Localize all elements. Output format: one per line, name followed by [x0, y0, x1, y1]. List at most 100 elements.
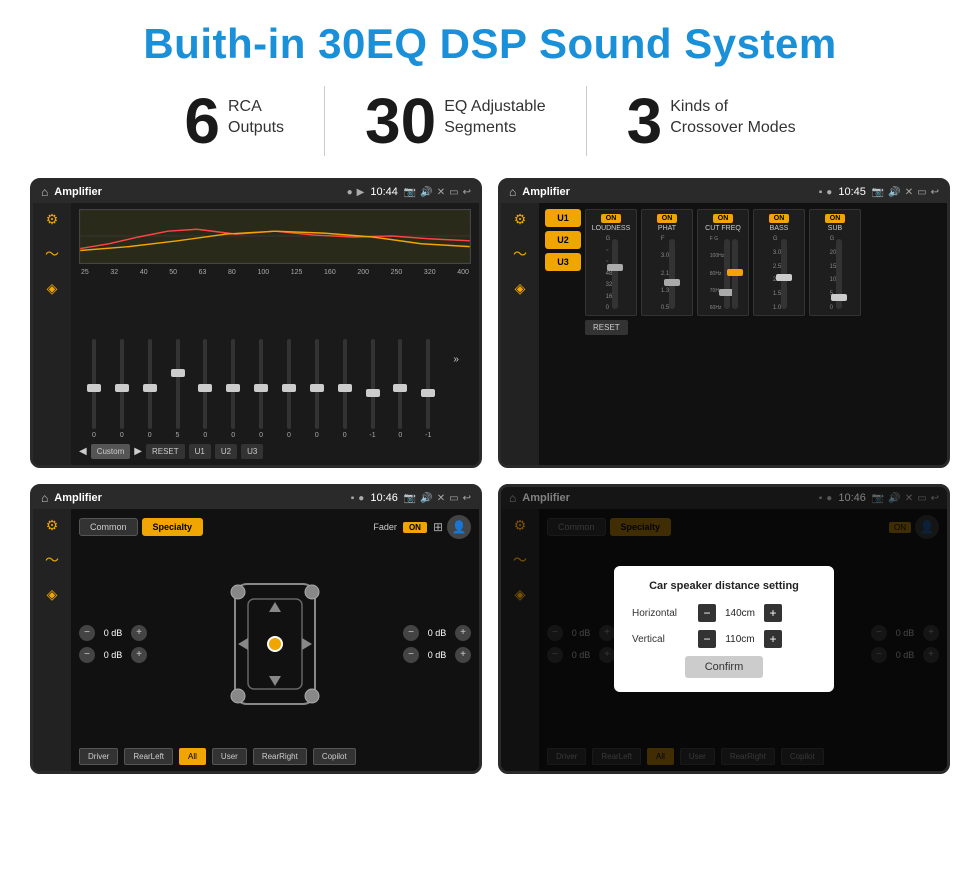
db-row-3: − 0 dB + — [403, 625, 471, 641]
db-minus-3[interactable]: − — [403, 625, 419, 641]
eq-u3-btn[interactable]: U3 — [241, 444, 263, 459]
side-icons-3: ⚙ 〜 ◈ — [33, 509, 71, 771]
horizontal-plus-btn[interactable]: + — [764, 604, 782, 622]
eq-graph — [79, 209, 471, 264]
cutfreq-on-btn[interactable]: ON — [713, 214, 734, 223]
db-row-4: − 0 dB + — [403, 647, 471, 663]
wave-icon-2[interactable]: 〜 — [513, 244, 527, 264]
phat-on-btn[interactable]: ON — [657, 214, 678, 223]
driver-btn[interactable]: Driver — [79, 748, 118, 765]
statusbar-3: ⌂ Amplifier ▪ ● 10:46 📷 🔊 ✕ ▭ ↩ — [33, 487, 479, 509]
preset-u3-btn[interactable]: U3 — [545, 253, 581, 271]
stat-rca: 6 RCAOutputs — [144, 89, 324, 153]
eq-slider-3: 5 — [165, 339, 191, 439]
bass-slider[interactable] — [781, 239, 787, 309]
db-minus-1[interactable]: − — [79, 625, 95, 641]
eq-icon-3[interactable]: ⚙ — [46, 517, 59, 534]
close-icon-2: ✕ — [905, 187, 913, 198]
close-icon-3: ✕ — [437, 493, 445, 504]
fader-main: Common Specialty Fader ON ⊞ 👤 — [71, 509, 479, 771]
db-plus-4[interactable]: + — [455, 647, 471, 663]
bass-on-btn[interactable]: ON — [769, 214, 790, 223]
rearright-btn[interactable]: RearRight — [253, 748, 307, 765]
statusbar-2: ⌂ Amplifier ▪ ● 10:45 📷 🔊 ✕ ▭ ↩ — [501, 181, 947, 203]
sb3-time: 10:46 — [370, 492, 398, 504]
sub-on-btn[interactable]: ON — [825, 214, 846, 223]
eq-sliders: 0 0 0 5 0 0 0 0 0 0 -1 0 -1 » — [79, 280, 471, 439]
fader-on-badge[interactable]: ON — [403, 522, 427, 533]
tab-common[interactable]: Common — [79, 518, 138, 536]
screen-eq: ⌂ Amplifier ● ▶ 10:44 📷 🔊 ✕ ▭ ↩ ⚙ — [30, 178, 482, 468]
eq-slider-11: 0 — [387, 339, 413, 439]
back-icon-2: ↩ — [931, 187, 939, 198]
eq-u2-btn[interactable]: U2 — [215, 444, 237, 459]
loudness-label: LOUDNESS — [592, 225, 631, 232]
eq-icon[interactable]: ⚙ — [46, 211, 59, 228]
loudness-slider[interactable] — [612, 239, 618, 309]
confirm-button[interactable]: Confirm — [685, 656, 764, 678]
sb1-icons: ● ▶ — [347, 187, 365, 198]
home-icon[interactable]: ⌂ — [41, 185, 48, 199]
db-plus-3[interactable]: + — [455, 625, 471, 641]
db-plus-2[interactable]: + — [131, 647, 147, 663]
page-title: Buith-in 30EQ DSP Sound System — [30, 20, 950, 68]
eq-prev-btn[interactable]: ◀ — [79, 446, 87, 457]
eq-slider-arrow[interactable]: » — [443, 354, 469, 365]
phat-slider[interactable] — [669, 239, 675, 309]
all-btn[interactable]: All — [179, 748, 206, 765]
camera-icon: 📷 — [404, 187, 416, 198]
eq-slider-12: -1 — [415, 339, 441, 439]
tab-specialty[interactable]: Specialty — [142, 518, 204, 536]
eq-reset-btn[interactable]: RESET — [146, 444, 185, 459]
rearleft-btn[interactable]: RearLeft — [124, 748, 173, 765]
horizontal-minus-btn[interactable]: − — [698, 604, 716, 622]
eq-u1-btn[interactable]: U1 — [189, 444, 211, 459]
user-icon-btn-3[interactable]: 👤 — [447, 515, 471, 539]
db-row-1: − 0 dB + — [79, 625, 147, 641]
sb2-title: Amplifier — [522, 186, 812, 198]
home-icon-2[interactable]: ⌂ — [509, 185, 516, 199]
wave-icon-3[interactable]: 〜 — [45, 550, 59, 570]
amp2-reset-btn[interactable]: RESET — [585, 320, 628, 335]
stat-eq: 30 EQ AdjustableSegments — [325, 89, 586, 153]
preset-u1-btn[interactable]: U1 — [545, 209, 581, 227]
dot-icon-2: ● — [826, 187, 832, 198]
eq-custom-btn[interactable]: Custom — [91, 444, 131, 459]
screen2-content: ⚙ 〜 ◈ U1 U2 U3 — [501, 203, 947, 465]
db-minus-2[interactable]: − — [79, 647, 95, 663]
back-icon-3: ↩ — [463, 493, 471, 504]
vertical-minus-btn[interactable]: − — [698, 630, 716, 648]
home-icon-3[interactable]: ⌂ — [41, 491, 48, 505]
cutfreq-slider2[interactable] — [732, 239, 738, 309]
sb3-right-icons: 📷 🔊 ✕ ▭ ↩ — [404, 493, 471, 504]
channel-phat: ON PHAT F 3.02.1 1.30.5 — [641, 209, 693, 316]
wave-icon[interactable]: 〜 — [45, 244, 59, 264]
speaker-icon-3[interactable]: ◈ — [47, 586, 58, 603]
loudness-on-btn[interactable]: ON — [601, 214, 622, 223]
vertical-plus-btn[interactable]: + — [764, 630, 782, 648]
copilot-btn[interactable]: Copilot — [313, 748, 356, 765]
camera-icon-3: 📷 — [404, 493, 416, 504]
db-val-2: 0 dB — [99, 650, 127, 660]
speaker-icon-2[interactable]: ◈ — [515, 280, 526, 297]
eq-next-btn[interactable]: ▶ — [134, 446, 142, 457]
volume-icon: 🔊 — [420, 187, 432, 198]
stats-row: 6 RCAOutputs 30 EQ AdjustableSegments 3 … — [30, 86, 950, 156]
eq-slider-2: 0 — [137, 339, 163, 439]
statusbar-1: ⌂ Amplifier ● ▶ 10:44 📷 🔊 ✕ ▭ ↩ — [33, 181, 479, 203]
fader-right-controls: − 0 dB + − 0 dB + — [403, 543, 471, 744]
user-btn[interactable]: User — [212, 748, 247, 765]
stat-crossover-number: 3 — [627, 89, 663, 153]
db-minus-4[interactable]: − — [403, 647, 419, 663]
db-val-4: 0 dB — [423, 650, 451, 660]
channel-sub: ON SUB G 2015 105 0 — [809, 209, 861, 316]
eq-slider-6: 0 — [248, 339, 274, 439]
eq-icon-2[interactable]: ⚙ — [514, 211, 527, 228]
minimize-icon-2: ▭ — [917, 187, 926, 198]
eq-slider-0: 0 — [81, 339, 107, 439]
sub-slider[interactable] — [836, 239, 842, 309]
horizontal-control: − 140cm + — [698, 604, 782, 622]
preset-u2-btn[interactable]: U2 — [545, 231, 581, 249]
speaker-icon[interactable]: ◈ — [47, 280, 58, 297]
db-plus-1[interactable]: + — [131, 625, 147, 641]
